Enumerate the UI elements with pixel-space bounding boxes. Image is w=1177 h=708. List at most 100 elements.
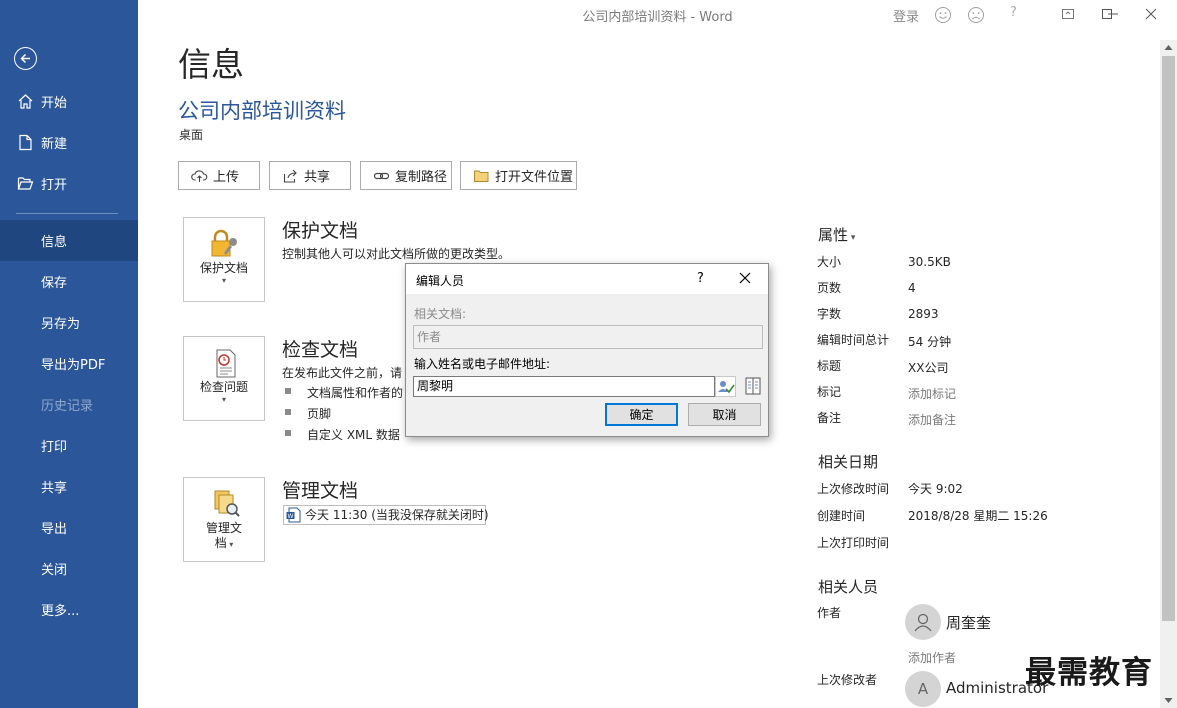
close-icon[interactable] — [738, 271, 752, 285]
vertical-scrollbar[interactable] — [1160, 40, 1177, 708]
close-window-icon[interactable] — [1143, 6, 1159, 22]
nav-item-open[interactable]: 打开 — [0, 163, 138, 204]
nav-item-label: 开始 — [41, 96, 68, 111]
cloud-upload-icon — [191, 170, 208, 182]
title-property-value[interactable]: XX公司 — [908, 359, 948, 376]
back-button[interactable] — [14, 47, 37, 70]
nav-item-export-pdf[interactable]: 导出为PDF — [0, 343, 138, 384]
nav-item-history: 历史记录 — [0, 384, 138, 425]
related-document-field: 作者 — [413, 325, 763, 349]
date-value: 今天 9:02 — [908, 482, 963, 496]
manage-document-tile[interactable]: 管理文档 ▾ — [183, 477, 265, 562]
backstage-sidebar: 开始 新建 打开 信息 保存 另存为 导出为PDF 历史记录 打印 共享 导出 … — [0, 0, 138, 708]
nav-item-info[interactable]: 信息 — [0, 220, 138, 261]
nav-item-label: 共享 — [41, 481, 68, 496]
manage-document-label: 管理文档 ▾ — [205, 521, 242, 550]
protect-document-label: 保护文档 — [199, 261, 248, 275]
nav-item-more[interactable]: 更多... — [0, 589, 138, 630]
check-issues-label: 检查问题 — [199, 380, 248, 394]
nav-item-label: 关闭 — [41, 563, 68, 578]
property-value: 30.5KB — [908, 255, 951, 269]
share-button[interactable]: 共享 — [269, 161, 351, 190]
nav-item-label: 保存 — [41, 276, 68, 291]
scroll-thumb[interactable] — [1162, 56, 1175, 621]
window-title: 公司内部培训资料 - Word — [582, 10, 733, 25]
ribbon-display-icon[interactable] — [1060, 6, 1076, 22]
ok-button[interactable]: 确定 — [605, 403, 678, 426]
autosave-version-label: 今天 11:30 (当我没保存就关闭时) — [305, 508, 489, 522]
help-button[interactable]: ? — [1010, 5, 1017, 20]
folder-icon — [474, 170, 489, 182]
add-comment-field[interactable]: 添加备注 — [908, 411, 956, 428]
date-key: 上次打印时间 — [817, 536, 890, 550]
chevron-down-icon: ▾ — [221, 276, 226, 285]
property-key: 标题 — [817, 359, 842, 373]
nav-item-print[interactable]: 打印 — [0, 425, 138, 466]
maximize-icon[interactable] — [1099, 6, 1115, 22]
address-book-icon[interactable] — [744, 376, 762, 396]
nav-item-label: 信息 — [41, 235, 68, 250]
nav-item-label: 历史记录 — [41, 399, 94, 414]
lock-key-icon — [211, 229, 237, 257]
home-icon — [18, 94, 33, 109]
dialog-title: 编辑人员 — [416, 274, 465, 288]
date-key: 上次修改时间 — [817, 482, 890, 496]
property-value: 2893 — [908, 307, 939, 321]
word-document-icon: W — [286, 507, 301, 523]
related-dates-header: 相关日期 — [818, 453, 879, 471]
login-link[interactable]: 登录 — [893, 6, 919, 25]
copy-path-button[interactable]: 复制路径 — [360, 161, 452, 190]
manage-document-icon — [214, 490, 240, 517]
nav-item-label: 导出 — [41, 522, 68, 537]
folder-open-icon — [17, 177, 34, 190]
nav-item-label: 打开 — [41, 178, 68, 193]
scroll-up-icon[interactable] — [1160, 40, 1177, 55]
open-file-location-label: 打开文件位置 — [495, 170, 574, 185]
nav-item-export[interactable]: 导出 — [0, 507, 138, 548]
dialog-help-button[interactable]: ? — [697, 271, 704, 286]
nav-item-close[interactable]: 关闭 — [0, 548, 138, 589]
upload-button[interactable]: 上传 — [178, 161, 260, 190]
protect-section-title: 保护文档 — [282, 220, 359, 242]
property-key: 编辑时间总计 — [817, 333, 890, 347]
author-key: 作者 — [817, 606, 842, 620]
page-title: 信息 — [178, 45, 244, 84]
open-file-location-button[interactable]: 打开文件位置 — [460, 161, 577, 190]
nav-item-label: 打印 — [41, 440, 68, 455]
check-issues-tile[interactable]: 检查问题 ▾ — [183, 336, 265, 421]
share-label: 共享 — [304, 170, 331, 185]
check-names-icon[interactable] — [715, 376, 736, 397]
link-icon — [373, 172, 390, 180]
nav-item-save[interactable]: 保存 — [0, 261, 138, 302]
add-tag-field[interactable]: 添加标记 — [908, 385, 956, 402]
date-value: 2018/8/28 星期二 15:26 — [908, 509, 1048, 523]
smiley-icon[interactable] — [934, 6, 952, 24]
property-value: 54 分钟 — [908, 335, 952, 349]
new-document-icon — [19, 134, 32, 151]
document-title: 公司内部培训资料 — [178, 99, 346, 123]
scroll-down-icon[interactable] — [1160, 693, 1177, 708]
inspect-section-title: 检查文档 — [282, 339, 359, 361]
add-author-link[interactable]: 添加作者 — [908, 649, 956, 666]
avatar: A — [905, 671, 941, 707]
svg-text:W: W — [288, 513, 294, 520]
nav-item-share[interactable]: 共享 — [0, 466, 138, 507]
protect-document-tile[interactable]: 保护文档 ▾ — [183, 217, 265, 302]
nav-item-home[interactable]: 开始 — [0, 81, 138, 122]
nav-item-label: 另存为 — [41, 317, 81, 332]
cancel-button[interactable]: 取消 — [688, 403, 761, 426]
modifier-key: 上次修改者 — [817, 673, 878, 687]
nav-item-save-as[interactable]: 另存为 — [0, 302, 138, 343]
autosave-version-item[interactable]: W 今天 11:30 (当我没保存就关闭时) — [283, 505, 489, 525]
name-email-input[interactable]: 周黎明 — [413, 376, 715, 397]
nav-item-label: 更多... — [41, 604, 80, 619]
nav-item-new[interactable]: 新建 — [0, 122, 138, 163]
related-people-header: 相关人员 — [818, 578, 879, 596]
property-key: 标记 — [817, 385, 842, 399]
frown-icon[interactable] — [967, 6, 985, 24]
author-name: 周奎奎 — [946, 614, 992, 632]
person-icon — [914, 613, 932, 632]
properties-header[interactable]: 属性 ▾ — [818, 224, 855, 245]
chevron-down-icon: ▾ — [221, 395, 226, 404]
nav-divider — [16, 213, 118, 214]
